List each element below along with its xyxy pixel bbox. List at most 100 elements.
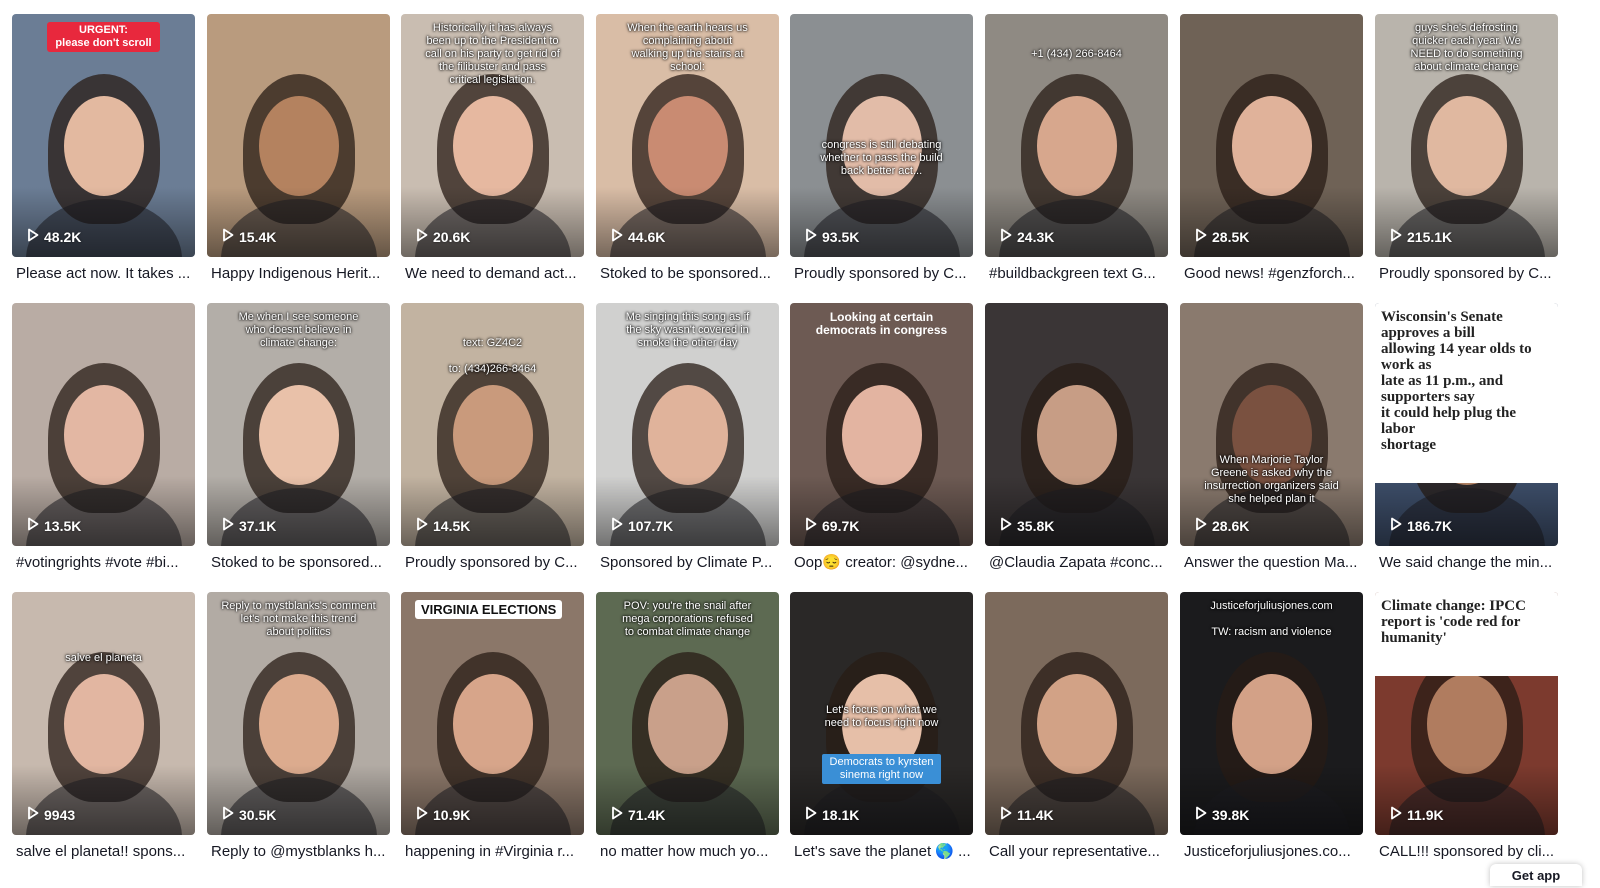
- video-thumbnail[interactable]: 11.4K: [985, 592, 1168, 835]
- video-thumbnail[interactable]: Historically it has always been up to th…: [401, 14, 584, 257]
- video-card[interactable]: 28.5K Good news! #genzforch...: [1180, 14, 1363, 292]
- video-thumbnail[interactable]: guys she's defrosting quicker each year.…: [1375, 14, 1558, 257]
- video-card[interactable]: 15.4K Happy Indigenous Herit...: [207, 14, 390, 292]
- thumbnail-face-shape: [259, 674, 339, 774]
- video-caption[interactable]: Sponsored by Climate P...: [600, 554, 777, 572]
- video-card[interactable]: Wisconsin's Senate approves a bill allow…: [1375, 303, 1558, 581]
- video-caption[interactable]: Stoked to be sponsored...: [211, 554, 388, 572]
- video-thumbnail[interactable]: 15.4K: [207, 14, 390, 257]
- thumbnail-overlay-text: Looking at certain democrats in congress: [815, 310, 948, 337]
- video-thumbnail[interactable]: Let's focus on what we need to focus rig…: [790, 592, 973, 835]
- video-card[interactable]: URGENT: please don't scroll 48.2K Please a…: [12, 14, 195, 292]
- video-caption[interactable]: Reply to @mystblanks h...: [211, 843, 388, 861]
- thumbnail-overlay-text: Let's focus on what we need to focus rig…: [824, 704, 939, 729]
- video-thumbnail[interactable]: Justiceforjuliusjones.com TW: racism and…: [1180, 592, 1363, 835]
- video-caption[interactable]: Justiceforjuliusjones.co...: [1184, 843, 1361, 861]
- video-thumbnail[interactable]: text: GZ4C2 to: (434)266-8464 14.5K: [401, 303, 584, 546]
- video-caption[interactable]: Stoked to be sponsored...: [600, 265, 777, 283]
- video-card[interactable]: Reply to mystblanks's comment let's not …: [207, 592, 390, 870]
- thumbnail-face-shape: [1427, 674, 1507, 774]
- thumbnail-face-shape: [453, 385, 533, 485]
- thumbnail-gradient: [207, 765, 390, 835]
- video-card[interactable]: text: GZ4C2 to: (434)266-8464 14.5K Proudl…: [401, 303, 584, 581]
- video-caption[interactable]: Proudly sponsored by C...: [405, 554, 582, 572]
- video-caption[interactable]: We need to demand act...: [405, 265, 582, 283]
- video-card[interactable]: Looking at certain democrats in congress…: [790, 303, 973, 581]
- play-icon: [27, 806, 39, 823]
- video-thumbnail[interactable]: Climate change: IPCC report is 'code red…: [1375, 592, 1558, 835]
- thumbnail-overlay-text: text: GZ4C2 to: (434)266-8464: [448, 337, 537, 375]
- video-thumbnail[interactable]: URGENT: please don't scroll 48.2K: [12, 14, 195, 257]
- video-card[interactable]: 35.8K @Claudia Zapata #conc...: [985, 303, 1168, 581]
- video-card[interactable]: Climate change: IPCC report is 'code red…: [1375, 592, 1558, 870]
- video-thumbnail[interactable]: Me singing this song as if the sky wasn'…: [596, 303, 779, 546]
- video-card[interactable]: 11.4K Call your representative...: [985, 592, 1168, 870]
- video-caption[interactable]: Let's save the planet 🌎 ...: [794, 843, 971, 861]
- video-card[interactable]: When Marjorie Taylor Greene is asked why…: [1180, 303, 1363, 581]
- video-thumbnail[interactable]: POV: you're the snail after mega corpora…: [596, 592, 779, 835]
- view-count-text: 15.4K: [239, 228, 277, 245]
- video-caption[interactable]: Proudly sponsored by C...: [1379, 265, 1556, 283]
- video-thumbnail[interactable]: When Marjorie Taylor Greene is asked why…: [1180, 303, 1363, 546]
- thumbnail-face-shape: [648, 96, 728, 196]
- video-card[interactable]: +1 (434) 266-8464 24.3K #buildbackgreen te…: [985, 14, 1168, 292]
- video-caption[interactable]: Please act now. It takes ...: [16, 265, 193, 283]
- thumbnail-gradient: [985, 476, 1168, 546]
- thumbnail-face-shape: [64, 674, 144, 774]
- view-count: 107.7K: [611, 517, 673, 534]
- video-card[interactable]: Justiceforjuliusjones.com TW: racism and…: [1180, 592, 1363, 870]
- video-card[interactable]: congress is still debating whether to pa…: [790, 14, 973, 292]
- thumbnail-face-shape: [1037, 674, 1117, 774]
- thumbnail-overlay-text: congress is still debating whether to pa…: [820, 139, 943, 177]
- view-count-text: 35.8K: [1017, 517, 1055, 534]
- video-caption[interactable]: Answer the question Ma...: [1184, 554, 1361, 572]
- get-app-button[interactable]: Get app: [1490, 864, 1582, 886]
- video-thumbnail[interactable]: salve el planeta 9943: [12, 592, 195, 835]
- play-icon: [416, 806, 428, 823]
- video-thumbnail[interactable]: 13.5K: [12, 303, 195, 546]
- video-caption[interactable]: We said change the min...: [1379, 554, 1556, 572]
- video-card[interactable]: Me when I see someone who doesnt believe…: [207, 303, 390, 581]
- video-card[interactable]: POV: you're the snail after mega corpora…: [596, 592, 779, 870]
- video-thumbnail[interactable]: Me when I see someone who doesnt believe…: [207, 303, 390, 546]
- thumbnail-gradient: [1375, 765, 1558, 835]
- view-count-text: 13.5K: [44, 517, 82, 534]
- video-thumbnail[interactable]: +1 (434) 266-8464 24.3K: [985, 14, 1168, 257]
- video-caption[interactable]: Oop😔 creator: @sydne...: [794, 554, 971, 572]
- video-card[interactable]: When the earth hears us complaining abou…: [596, 14, 779, 292]
- thumbnail-face-shape: [453, 96, 533, 196]
- video-thumbnail[interactable]: When the earth hears us complaining abou…: [596, 14, 779, 257]
- play-icon: [1000, 517, 1012, 534]
- video-thumbnail[interactable]: Wisconsin's Senate approves a bill allow…: [1375, 303, 1558, 546]
- video-thumbnail[interactable]: congress is still debating whether to pa…: [790, 14, 973, 257]
- thumbnail-overlay-text: URGENT: please don't scroll: [47, 22, 160, 52]
- play-icon: [222, 517, 234, 534]
- video-thumbnail[interactable]: Looking at certain democrats in congress…: [790, 303, 973, 546]
- video-caption[interactable]: no matter how much yo...: [600, 843, 777, 861]
- video-thumbnail[interactable]: VIRGINIA ELECTIONS 10.9K: [401, 592, 584, 835]
- thumbnail-face-shape: [1232, 674, 1312, 774]
- video-caption[interactable]: #votingrights #vote #bi...: [16, 554, 193, 572]
- play-icon: [805, 517, 817, 534]
- video-caption[interactable]: Call your representative...: [989, 843, 1166, 861]
- video-card[interactable]: 13.5K #votingrights #vote #bi...: [12, 303, 195, 581]
- video-thumbnail[interactable]: 35.8K: [985, 303, 1168, 546]
- video-caption[interactable]: salve el planeta!! spons...: [16, 843, 193, 861]
- video-thumbnail[interactable]: 28.5K: [1180, 14, 1363, 257]
- video-caption[interactable]: #buildbackgreen text G...: [989, 265, 1166, 283]
- video-caption[interactable]: @Claudia Zapata #conc...: [989, 554, 1166, 572]
- video-card[interactable]: Historically it has always been up to th…: [401, 14, 584, 292]
- video-card[interactable]: salve el planeta 9943 salve el planeta!! s…: [12, 592, 195, 870]
- view-count-text: 44.6K: [628, 228, 666, 245]
- video-card[interactable]: VIRGINIA ELECTIONS 10.9K happening in #Vir…: [401, 592, 584, 870]
- thumbnail-gradient: [1375, 187, 1558, 257]
- video-caption[interactable]: Happy Indigenous Herit...: [211, 265, 388, 283]
- video-card[interactable]: guys she's defrosting quicker each year.…: [1375, 14, 1558, 292]
- video-caption[interactable]: Proudly sponsored by C...: [794, 265, 971, 283]
- video-caption[interactable]: Good news! #genzforch...: [1184, 265, 1361, 283]
- video-card[interactable]: Let's focus on what we need to focus rig…: [790, 592, 973, 870]
- video-caption[interactable]: CALL!!! sponsored by cli...: [1379, 843, 1556, 861]
- video-caption[interactable]: happening in #Virginia r...: [405, 843, 582, 861]
- video-card[interactable]: Me singing this song as if the sky wasn'…: [596, 303, 779, 581]
- video-thumbnail[interactable]: Reply to mystblanks's comment let's not …: [207, 592, 390, 835]
